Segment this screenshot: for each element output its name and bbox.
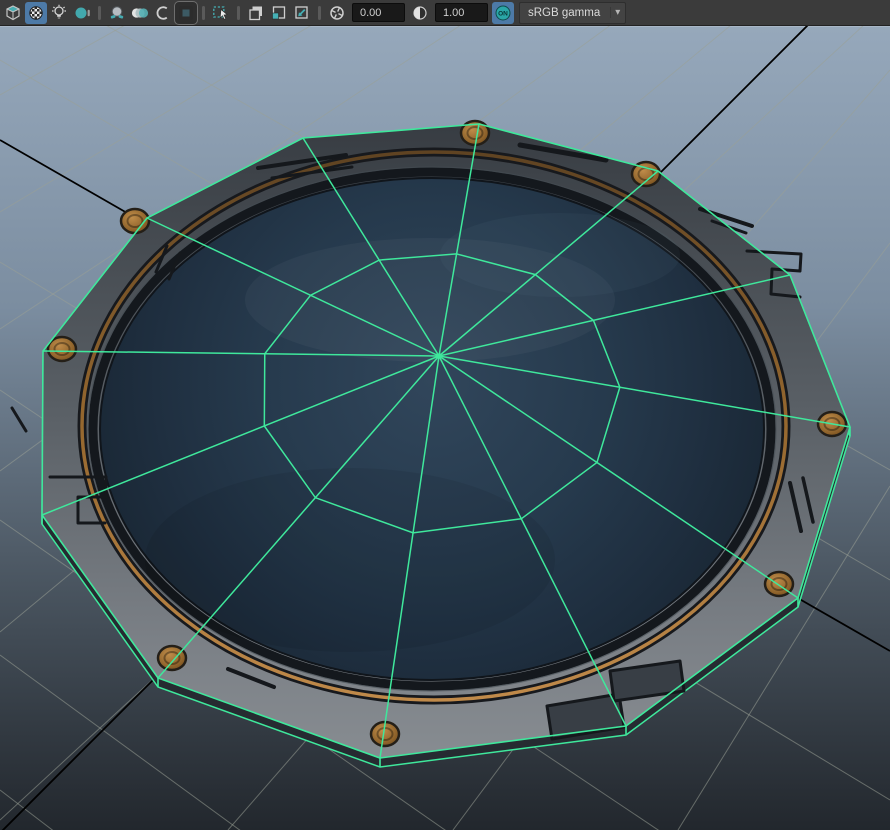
shaded-mode-icon <box>29 5 43 20</box>
textured-button[interactable] <box>106 2 128 24</box>
lighting-button[interactable] <box>48 2 70 24</box>
toolbar-separator <box>237 5 240 20</box>
toolbar-separator <box>202 5 205 20</box>
xray-open-icon <box>156 5 168 20</box>
selection-highlight-button[interactable] <box>210 2 232 24</box>
platform-mesh[interactable] <box>10 119 851 768</box>
renderer-button[interactable] <box>2 2 24 24</box>
scene-svg[interactable] <box>0 26 890 830</box>
chevron-down-icon: ▾ <box>610 7 625 18</box>
svg-text:ON: ON <box>498 10 508 17</box>
gamma-dropdown[interactable]: sRGB gamma ▾ <box>519 1 627 24</box>
xray-circles-icon <box>131 7 149 18</box>
viewport-panel: ON sRGB gamma ▾ <box>0 0 890 830</box>
multi-pane-button[interactable] <box>245 2 267 24</box>
contrast-button[interactable] <box>409 2 431 24</box>
xray-button[interactable] <box>152 2 174 24</box>
gamma-dropdown-value: sRGB gamma <box>528 6 601 19</box>
isolate-select-icon <box>179 5 193 20</box>
exposure-button[interactable] <box>326 2 348 24</box>
shaded-mode-button[interactable] <box>25 1 47 24</box>
screen-door-button[interactable] <box>129 2 151 24</box>
toolbar-separator <box>98 5 101 20</box>
toolbar-separator <box>318 5 321 20</box>
tearoff-pane-button[interactable] <box>291 2 313 24</box>
shadows-button[interactable] <box>71 2 93 24</box>
gamma-on-toggle[interactable]: ON <box>492 1 514 24</box>
panel-toolbar: ON sRGB gamma ▾ <box>0 0 890 26</box>
textured-sphere-icon <box>110 5 124 19</box>
multi-pane-icon <box>249 6 262 20</box>
contrast-field[interactable] <box>435 3 488 22</box>
tearoff-pane-icon <box>295 5 308 19</box>
exposure-field[interactable] <box>352 3 405 22</box>
isolate-select-button[interactable] <box>175 1 197 24</box>
viewport-canvas[interactable] <box>0 26 890 830</box>
gamma-on-icon: ON <box>495 5 511 20</box>
contrast-icon <box>413 5 427 20</box>
lightbulb-icon <box>52 4 66 19</box>
selection-highlight-icon <box>213 5 228 20</box>
pane-layout-button[interactable] <box>268 2 290 24</box>
shadows-icon <box>75 7 90 18</box>
pane-teal-icon <box>272 5 286 19</box>
cube-icon <box>6 4 20 20</box>
exposure-icon <box>330 5 344 20</box>
